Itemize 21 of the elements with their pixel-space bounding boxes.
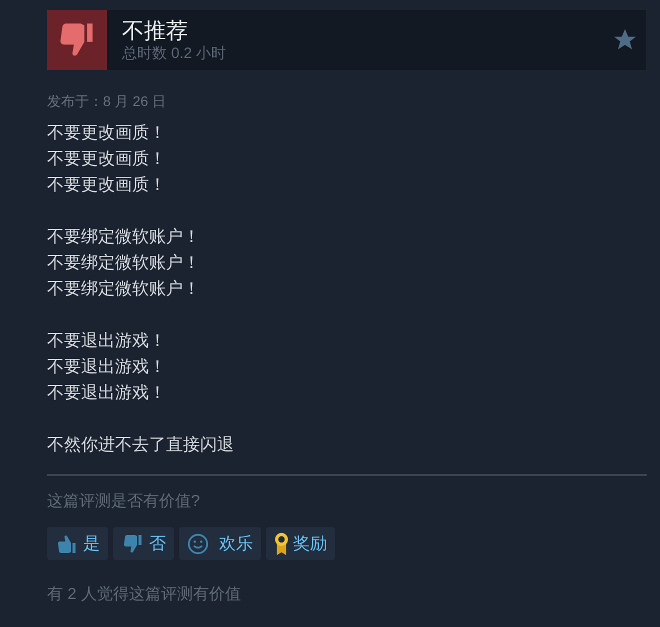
review-line: 不要退出游戏！ [47,330,166,352]
thumbs-down-button[interactable]: 否 [113,527,174,560]
review-line: 不要绑定微软账户！ [47,278,200,300]
review-line: 不要更改画质！ [47,122,166,144]
review-line: 不然你进不去了直接闪退 [47,434,234,456]
post-date: 发布于：8 月 26 日 [47,92,166,110]
award-ribbon-icon [274,532,289,556]
review-line: 不要更改画质！ [47,174,166,196]
review-line: 不要更改画质！ [47,148,166,170]
review-line: 不要绑定微软账户！ [47,226,200,248]
review-line: 不要退出游戏！ [47,382,166,404]
review-line: 不要绑定微软账户！ [47,252,200,274]
award-button[interactable]: 奖励 [266,527,335,560]
smiley-icon [187,532,209,554]
helpful-count: 有 2 人觉得这篇评测有价值 [47,585,241,605]
playtime: 总时数 0.2 小时 [122,45,228,63]
review-line: 不要退出游戏！ [47,356,166,378]
smile-button[interactable]: 欢乐 [179,527,261,560]
verdict: 不推荐 [122,17,189,45]
helpful-prompt: 这篇评测是否有价值? [47,492,200,512]
thumbs-up-button[interactable]: 是 [47,527,108,560]
